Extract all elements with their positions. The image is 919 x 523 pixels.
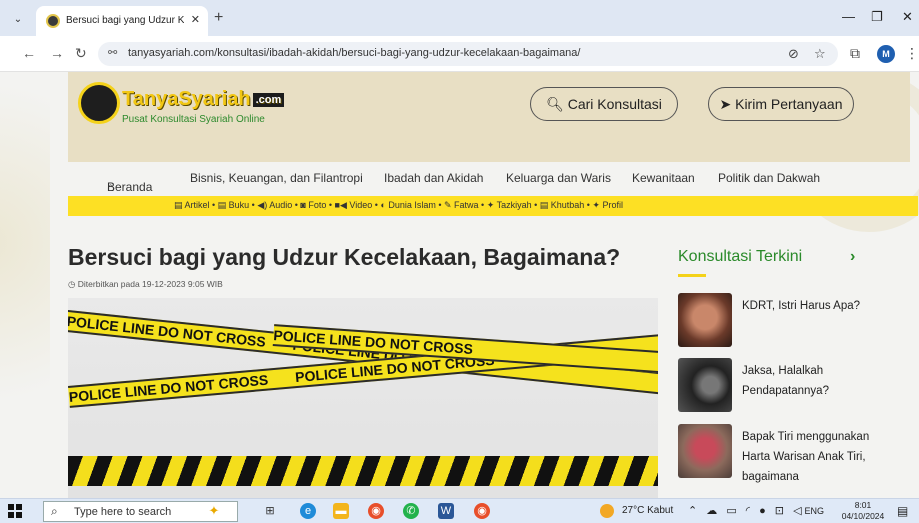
send-question-button[interactable]: ➤ Kirim Pertanyaan: [708, 87, 854, 121]
restore-icon[interactable]: ❐: [871, 9, 883, 25]
reload-icon[interactable]: ↻: [75, 45, 87, 62]
extensions-icon[interactable]: ⧉: [850, 45, 860, 62]
sidebar-underline: [678, 274, 706, 277]
tab-search-icon[interactable]: ⌄: [8, 10, 28, 30]
ask-button-label: Kirim Pertanyaan: [735, 96, 843, 112]
search-button-label: Cari Konsultasi: [567, 96, 662, 112]
sidebar-post[interactable]: Bapak Tiri menggunakan Harta Warisan Ana…: [678, 424, 878, 483]
tab-close-icon[interactable]: ✕: [191, 13, 200, 26]
web-page: TanyaSyariah .com Pusat Konsultasi Syaria…: [0, 72, 919, 498]
subnav-links[interactable]: ▤ Artikel • ▤ Buku • ◀) Audio • ◙ Foto •…: [174, 200, 623, 211]
sidebar-post[interactable]: Jaksa, Halalkah Pendapatannya?: [678, 358, 878, 412]
site-info-icon[interactable]: ⚯: [108, 46, 117, 59]
whatsapp-icon[interactable]: ✆: [403, 503, 419, 519]
search-consultation-button[interactable]: 🔍︎ Cari Konsultasi: [530, 87, 678, 121]
sidebar-post[interactable]: KDRT, Istri Harus Apa?: [678, 293, 878, 347]
tape-text: POLICE LINE DO NOT CROSS: [68, 312, 267, 350]
tape-text-3: POLICE LINE DO NOT CROSS: [68, 371, 269, 405]
post-title[interactable]: Jaksa, Halalkah Pendapatannya?: [742, 361, 872, 401]
notification-icon[interactable]: ▤: [897, 504, 908, 518]
windows-start-icon[interactable]: [8, 504, 22, 518]
browser-tab-bar: ⌄ Bersuci bagi yang Udzur Kecela ✕ + — ❐…: [0, 0, 919, 36]
post-title[interactable]: Bapak Tiri menggunakan Harta Warisan Ana…: [742, 427, 872, 487]
publish-date-text: Diterbitkan pada 19-12-2023 9:05 WIB: [77, 279, 223, 289]
post-thumbnail[interactable]: [678, 424, 732, 478]
post-thumbnail[interactable]: [678, 358, 732, 412]
windows-taskbar: ⌕ Type here to search ✦ ⊞ e ▬ ◉ ✆ W ◉ 27…: [0, 498, 919, 523]
eye-slash-icon[interactable]: ⊘: [788, 46, 799, 62]
edge-icon[interactable]: e: [300, 503, 316, 519]
logo-icon[interactable]: [78, 82, 120, 124]
weather-icon[interactable]: [600, 504, 614, 518]
word-icon[interactable]: W: [438, 503, 454, 519]
chrome-icon[interactable]: ◉: [368, 503, 384, 519]
system-tray-icons[interactable]: ⌃ ☁ ▭ ◜ ● ⊡ ◁ENG: [688, 504, 824, 517]
chevron-right-icon[interactable]: ›: [850, 248, 855, 266]
nav-home-label: Beranda: [107, 180, 153, 194]
back-arrow-icon[interactable]: ←: [22, 45, 36, 61]
site-logo[interactable]: TanyaSyariah .com: [122, 88, 285, 111]
logo-domain: .com: [252, 93, 285, 107]
search-icon: ⌕: [51, 504, 58, 518]
category-subnav: ▤ Artikel • ▤ Buku • ◀) Audio • ◙ Foto •…: [68, 196, 918, 216]
search-icon: 🔍︎: [546, 96, 568, 112]
nav-politik[interactable]: Politik dan Dakwah: [718, 171, 820, 185]
browser-toolbar: ← → ↻ ⚯ tanyasyariah.com/konsultasi/ibad…: [0, 36, 919, 72]
close-window-icon[interactable]: ✕: [902, 9, 913, 25]
file-explorer-icon[interactable]: ▬: [333, 503, 349, 519]
sparkle-icon[interactable]: ✦: [206, 503, 222, 519]
forward-arrow-icon[interactable]: →: [50, 45, 64, 61]
weather-text[interactable]: 27°C Kabut: [622, 505, 673, 516]
article-title: Bersuci bagi yang Udzur Kecelakaan, Baga…: [68, 244, 621, 270]
site-tagline: Pusat Konsultasi Syariah Online: [122, 114, 265, 125]
article-hero-image: POLICE LINE DO NOT CROSS POLICE LINE DO …: [68, 298, 658, 498]
post-title[interactable]: KDRT, Istri Harus Apa?: [742, 296, 872, 316]
nav-bisnis[interactable]: Bisnis, Keuangan, dan Filantropi: [190, 171, 363, 185]
sidebar-title[interactable]: Konsultasi Terkini: [678, 248, 802, 266]
site-header: TanyaSyariah .com Pusat Konsultasi Syaria…: [68, 72, 910, 162]
post-thumbnail[interactable]: [678, 293, 732, 347]
clock[interactable]: 8:01 04/10/2024: [838, 500, 888, 522]
logo-name: TanyaSyariah: [122, 88, 251, 110]
chrome-icon-2[interactable]: ◉: [474, 503, 490, 519]
language-indicator[interactable]: ENG: [805, 506, 825, 516]
browser-tab-active[interactable]: Bersuci bagi yang Udzur Kecela ✕: [36, 6, 208, 36]
url-text[interactable]: tanyasyariah.com/konsultasi/ibadah-akida…: [128, 47, 580, 59]
site-favicon-icon: [46, 14, 60, 28]
menu-kebab-icon[interactable]: ⋮: [905, 45, 919, 62]
clock-icon: ◷: [68, 279, 78, 289]
profile-avatar[interactable]: M: [877, 45, 895, 63]
minimize-icon[interactable]: —: [842, 9, 855, 24]
hazard-stripe: [68, 456, 658, 486]
new-tab-icon[interactable]: +: [214, 9, 223, 27]
bookmark-star-icon[interactable]: ☆: [814, 46, 826, 62]
clock-date: 04/10/2024: [841, 511, 885, 521]
task-view-icon[interactable]: ⊞: [262, 503, 278, 519]
tab-title: Bersuci bagi yang Udzur Kecela: [66, 15, 184, 26]
background-ornament: [0, 72, 50, 498]
taskbar-search-placeholder: Type here to search: [74, 506, 172, 518]
publish-date: ◷ Diterbitkan pada 19-12-2023 9:05 WIB: [68, 279, 223, 290]
clock-time: 8:01: [854, 500, 872, 510]
nav-kewanitaan[interactable]: Kewanitaan: [632, 171, 695, 185]
nav-keluarga[interactable]: Keluarga dan Waris: [506, 171, 611, 185]
address-bar[interactable]: ⚯ tanyasyariah.com/konsultasi/ibadah-aki…: [98, 42, 838, 66]
main-navigation: ⌂ Beranda Bisnis, Keuangan, dan Filantro…: [68, 162, 910, 196]
paper-plane-icon: ➤: [719, 96, 736, 112]
nav-ibadah[interactable]: Ibadah dan Akidah: [384, 171, 483, 185]
